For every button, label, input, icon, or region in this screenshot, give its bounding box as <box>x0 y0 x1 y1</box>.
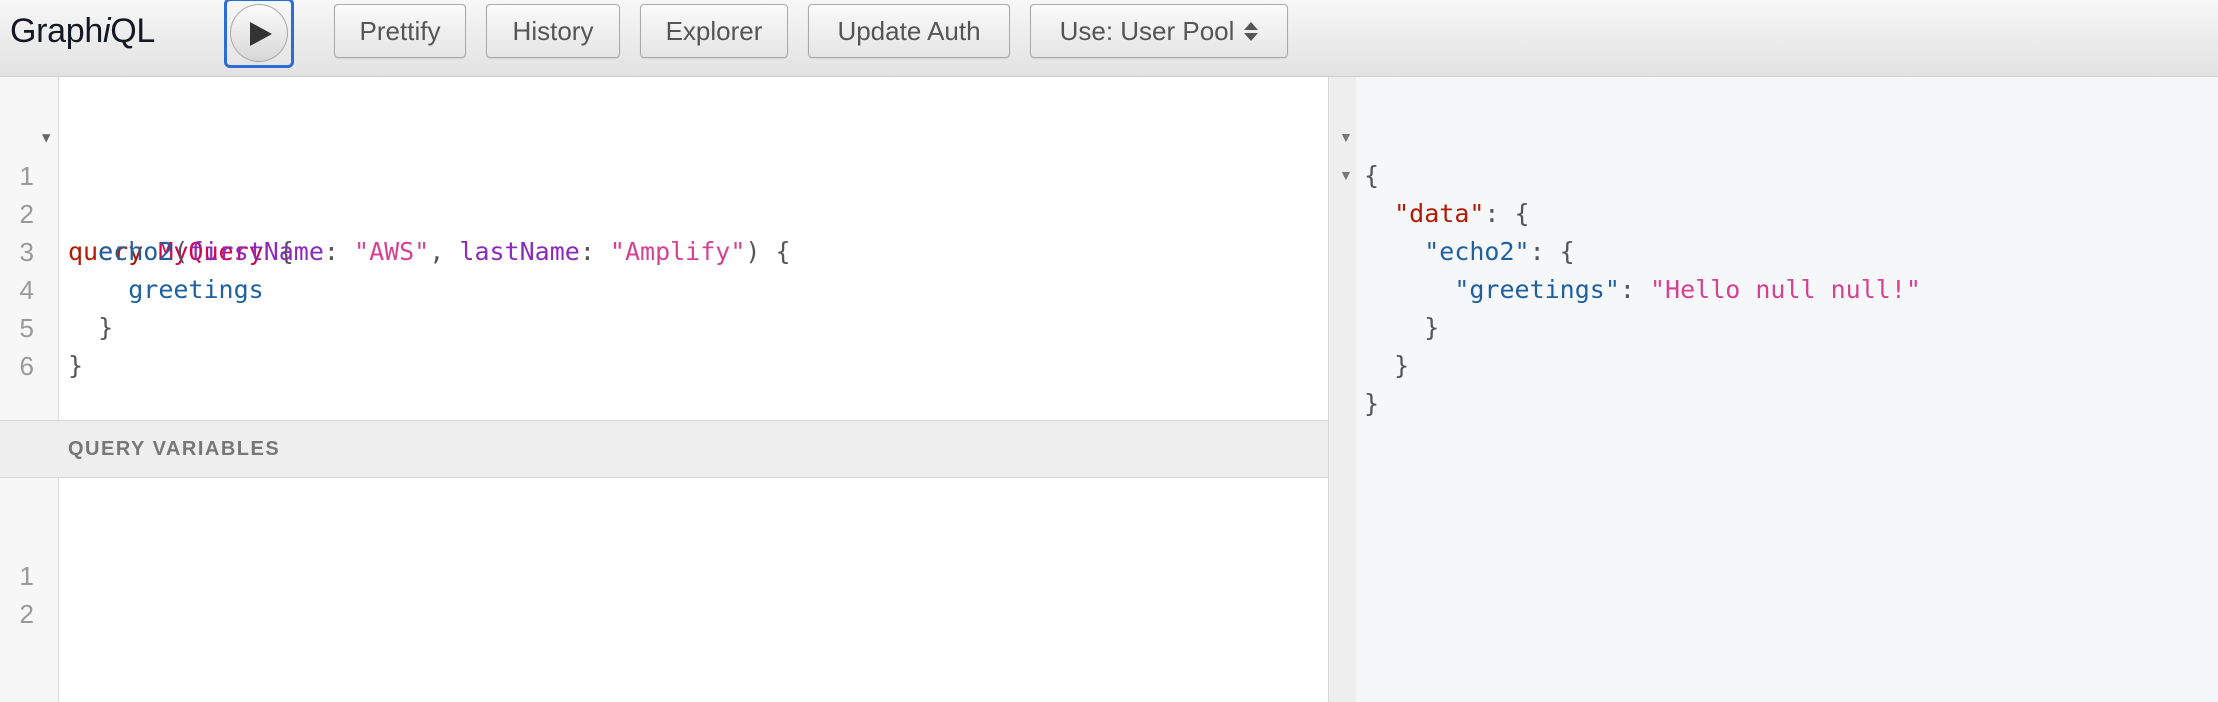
code-line: 6 <box>0 309 1328 381</box>
fold-arrow-icon[interactable]: ▼ <box>1339 167 1353 183</box>
result-line: { <box>1364 161 1380 190</box>
auth-mode-value: Use: User Pool <box>1059 15 1235 46</box>
fold-arrow-icon[interactable]: ▼ <box>42 119 50 157</box>
app-title: GraphiQL <box>10 12 156 50</box>
fold-arrow-icon[interactable]: ▼ <box>1339 129 1353 145</box>
code-line: 1 <box>0 519 1328 591</box>
code-line: 2 echo2(firstName: "AWS", lastName: "Amp… <box>0 157 1328 266</box>
code-line: 2 <box>0 557 1328 629</box>
explorer-button[interactable]: Explorer <box>640 4 788 58</box>
auth-mode-select[interactable]: Use: User Pool <box>1030 4 1288 58</box>
updown-arrows-icon <box>1244 21 1259 41</box>
query-variables-header[interactable]: QUERY VARIABLES <box>0 420 1328 478</box>
result-line: } <box>1394 351 1410 380</box>
result-viewer: { "data": { "echo2": { "greetings": "Hel… <box>1356 77 2218 702</box>
line-number: 6 <box>19 351 34 381</box>
query-editor[interactable]: 1 ▼ query MyQuery { 2 echo2(firstName: "… <box>0 77 1328 420</box>
result-line: } <box>1364 389 1380 418</box>
code-line: 1 ▼ query MyQuery { <box>0 119 1328 266</box>
prettify-button[interactable]: Prettify <box>334 4 466 58</box>
play-icon <box>250 22 272 46</box>
result-gutter[interactable]: ▼ ▼ <box>1328 77 1356 702</box>
result-line: "greetings": "Hello null null!" <box>1454 275 1921 304</box>
variables-editor[interactable]: 1 2 <box>0 478 1328 702</box>
code-line: 5 } <box>0 271 1328 380</box>
result-line: "data": { <box>1394 199 1530 228</box>
result-line: "echo2": { <box>1424 237 1575 266</box>
code-line: 3 greetings <box>0 195 1328 304</box>
history-button[interactable]: History <box>486 4 620 58</box>
execute-query-button[interactable] <box>224 0 294 68</box>
update-auth-button[interactable]: Update Auth <box>808 4 1010 58</box>
result-line: } <box>1424 313 1440 342</box>
toolbar: GraphiQL Prettify History Explorer Updat… <box>0 0 2218 77</box>
line-number: 2 <box>19 599 34 629</box>
code-line: 4 } <box>0 233 1328 342</box>
query-variables-title: QUERY VARIABLES <box>68 438 281 460</box>
